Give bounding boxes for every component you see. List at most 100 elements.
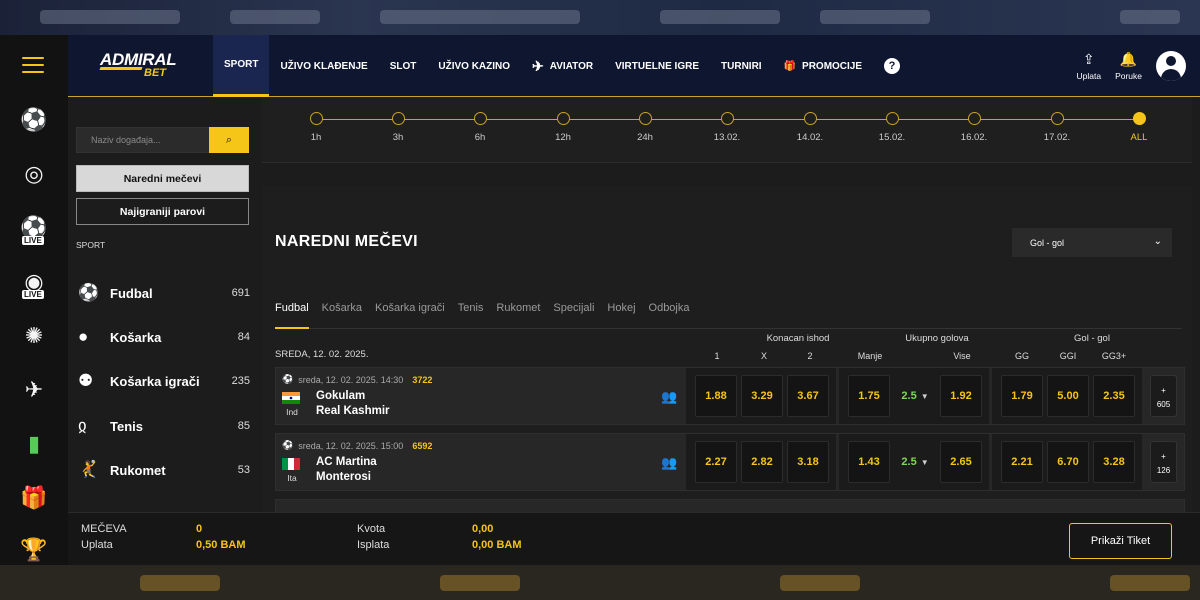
popular-pairs-button[interactable]: Najigraniji parovi bbox=[76, 198, 249, 225]
time-filter-14-02[interactable]: 14.02. bbox=[780, 112, 840, 143]
sport-nav-icon[interactable]: ⚽ bbox=[19, 105, 49, 135]
col-x: X bbox=[760, 351, 767, 361]
col-under: Manje bbox=[857, 351, 883, 361]
time-filter-12h[interactable]: 12h bbox=[533, 112, 593, 143]
nav-help[interactable]: ? bbox=[873, 35, 911, 97]
virtual-games-icon[interactable]: ✺ bbox=[19, 321, 49, 351]
chevron-down-icon: ⌄ bbox=[1153, 236, 1162, 247]
odd-over[interactable]: 1.92 bbox=[940, 375, 982, 417]
basketball-players-icon: ⚉ bbox=[78, 371, 94, 390]
gift-icon: 🎁 bbox=[783, 60, 797, 72]
blurred-top-strip bbox=[0, 0, 1200, 35]
odds-value: 0,00 bbox=[472, 523, 494, 535]
sidebar-item-kosarka[interactable]: ● Košarka 84 bbox=[78, 322, 250, 352]
odd-x[interactable]: 3.29 bbox=[741, 375, 783, 417]
time-filter-13-02[interactable]: 13.02. bbox=[697, 112, 757, 143]
match-row[interactable]: ⚽ sreda, 12. 02. 2025. 15:00 6592 Ita AC… bbox=[275, 433, 1185, 491]
aviator-plane-icon[interactable]: ✈ bbox=[19, 375, 49, 405]
odd-gg3[interactable]: 2.35 bbox=[1093, 375, 1135, 417]
time-filter-3h[interactable]: 3h bbox=[368, 112, 428, 143]
col-over: Vise bbox=[953, 351, 971, 361]
odd-x[interactable]: 2.82 bbox=[741, 441, 783, 483]
search-icon[interactable]: ⌕ bbox=[209, 127, 249, 153]
goal-line-select[interactable]: 2.5 ▼ bbox=[894, 375, 936, 417]
gift-icon[interactable]: 🎁 bbox=[19, 483, 49, 513]
tab-tenis[interactable]: Tenis bbox=[458, 294, 484, 329]
nav-sport[interactable]: SPORT bbox=[213, 35, 270, 97]
stake-label: Uplata bbox=[81, 539, 113, 551]
odd-ggi[interactable]: 6.70 bbox=[1047, 441, 1089, 483]
sidebar-item-tenis[interactable]: ჲ Tenis 85 bbox=[78, 411, 250, 441]
time-filter-17-02[interactable]: 17.02. bbox=[1027, 112, 1087, 143]
odd-under[interactable]: 1.75 bbox=[848, 375, 890, 417]
time-filter-6h[interactable]: 6h bbox=[450, 112, 510, 143]
tab-rukomet[interactable]: Rukomet bbox=[496, 294, 540, 329]
trophy-icon[interactable]: 🏆 bbox=[19, 535, 49, 565]
sports-sidebar: Naziv događaja... ⌕ Naredni mečevi Najig… bbox=[68, 97, 258, 512]
mobile-app-icon[interactable]: ▮ bbox=[19, 429, 49, 459]
more-markets-button[interactable]: +126 bbox=[1150, 441, 1177, 483]
odd-1[interactable]: 2.27 bbox=[695, 441, 737, 483]
deposit-button[interactable]: ⇪ Uplata bbox=[1076, 51, 1101, 81]
odd-ggi[interactable]: 5.00 bbox=[1047, 375, 1089, 417]
odd-2[interactable]: 3.18 bbox=[787, 441, 829, 483]
top-navigation-bar: ADMIRAL BET SPORT UŽIVO KLAĐENJE SLOT UŽ… bbox=[68, 35, 1200, 97]
nav-live-casino[interactable]: UŽIVO KAZINO bbox=[427, 35, 521, 97]
nav-promotions[interactable]: 🎁 PROMOCIJE bbox=[773, 35, 873, 97]
odd-over[interactable]: 2.65 bbox=[940, 441, 982, 483]
away-team: Monterosi bbox=[316, 471, 371, 483]
time-filter-16-02[interactable]: 16.02. bbox=[944, 112, 1004, 143]
nav-virtual-games[interactable]: VIRTUELNE IGRE bbox=[604, 35, 710, 97]
nav-slot[interactable]: SLOT bbox=[379, 35, 428, 97]
user-avatar-icon[interactable] bbox=[1156, 51, 1186, 81]
event-search-input[interactable]: Naziv događaja... ⌕ bbox=[76, 127, 249, 153]
market-select[interactable]: Gol - gol ⌄ bbox=[1012, 228, 1172, 257]
match-row[interactable] bbox=[275, 499, 1185, 512]
main-nav: SPORT UŽIVO KLAĐENJE SLOT UŽIVO KAZINO ✈… bbox=[213, 35, 911, 97]
messages-button[interactable]: 🔔 Poruke bbox=[1115, 51, 1142, 81]
nav-tournaments[interactable]: TURNIRI bbox=[710, 35, 773, 97]
sidebar-item-fudbal[interactable]: ⚽ Fudbal 691 bbox=[78, 278, 250, 308]
next-matches-button[interactable]: Naredni mečevi bbox=[76, 165, 249, 192]
casino-chip-icon[interactable]: ◎ bbox=[19, 159, 49, 189]
live-sport-icon[interactable]: ⚽ LIVE bbox=[19, 213, 49, 245]
sidebar-item-kosarka-igraci[interactable]: ⚉ Košarka igrači 235 bbox=[78, 366, 250, 396]
group-header-final-result: Konacan ishod bbox=[766, 333, 830, 344]
match-row[interactable]: ⚽ sreda, 12. 02. 2025. 14:30 3722 Ind Go… bbox=[275, 367, 1185, 425]
odd-2[interactable]: 3.67 bbox=[787, 375, 829, 417]
time-filter-1h[interactable]: 1h bbox=[286, 112, 346, 143]
india-flag-icon bbox=[282, 392, 300, 404]
time-filter-24h[interactable]: 24h bbox=[615, 112, 675, 143]
tab-kosarka[interactable]: Košarka bbox=[322, 294, 362, 329]
odd-gg3[interactable]: 3.28 bbox=[1093, 441, 1135, 483]
tab-odbojka[interactable]: Odbojka bbox=[649, 294, 690, 329]
more-markets-button[interactable]: +605 bbox=[1150, 375, 1177, 417]
col-1: 1 bbox=[714, 351, 720, 361]
caret-down-icon: ▼ bbox=[920, 457, 929, 467]
tab-hokej[interactable]: Hokej bbox=[607, 294, 635, 329]
show-ticket-button[interactable]: Prikaži Tiket bbox=[1069, 523, 1172, 559]
statistics-icon[interactable]: 👥 bbox=[661, 389, 677, 405]
sport-tabs: Fudbal Košarka Košarka igrači Tenis Ruko… bbox=[275, 294, 1182, 329]
nav-aviator[interactable]: ✈ AVIATOR bbox=[521, 35, 604, 97]
odd-gg[interactable]: 1.79 bbox=[1001, 375, 1043, 417]
sport-section-label: SPORT bbox=[76, 240, 106, 250]
time-filter-15-02[interactable]: 15.02. bbox=[862, 112, 922, 143]
admiralbet-logo[interactable]: ADMIRAL BET bbox=[99, 50, 200, 82]
statistics-icon[interactable]: 👥 bbox=[661, 455, 677, 471]
goal-line-select[interactable]: 2.5 ▼ bbox=[894, 441, 936, 483]
sidebar-item-rukomet[interactable]: 🤾 Rukomet 53 bbox=[78, 455, 250, 485]
hamburger-menu-icon[interactable] bbox=[22, 57, 44, 73]
account-area: ⇪ Uplata 🔔 Poruke bbox=[1076, 35, 1200, 97]
nav-live-betting[interactable]: UŽIVO KLAĐENJE bbox=[269, 35, 378, 97]
tab-kosarka-igraci[interactable]: Košarka igrači bbox=[375, 294, 445, 329]
tab-fudbal[interactable]: Fudbal bbox=[275, 294, 309, 329]
odd-1[interactable]: 1.88 bbox=[695, 375, 737, 417]
tab-specijali[interactable]: Specijali bbox=[553, 294, 594, 329]
app-window: ⚽ ◎ ⚽ LIVE ◉ LIVE ✺ ✈ ▮ 🎁 🏆 ADMIRAL BET SP… bbox=[0, 35, 1200, 565]
live-casino-icon[interactable]: ◉ LIVE bbox=[19, 267, 49, 299]
soccer-ball-icon: ⚽ bbox=[282, 440, 294, 450]
time-filter-all[interactable]: ALL bbox=[1109, 112, 1169, 143]
odd-under[interactable]: 1.43 bbox=[848, 441, 890, 483]
odd-gg[interactable]: 2.21 bbox=[1001, 441, 1043, 483]
